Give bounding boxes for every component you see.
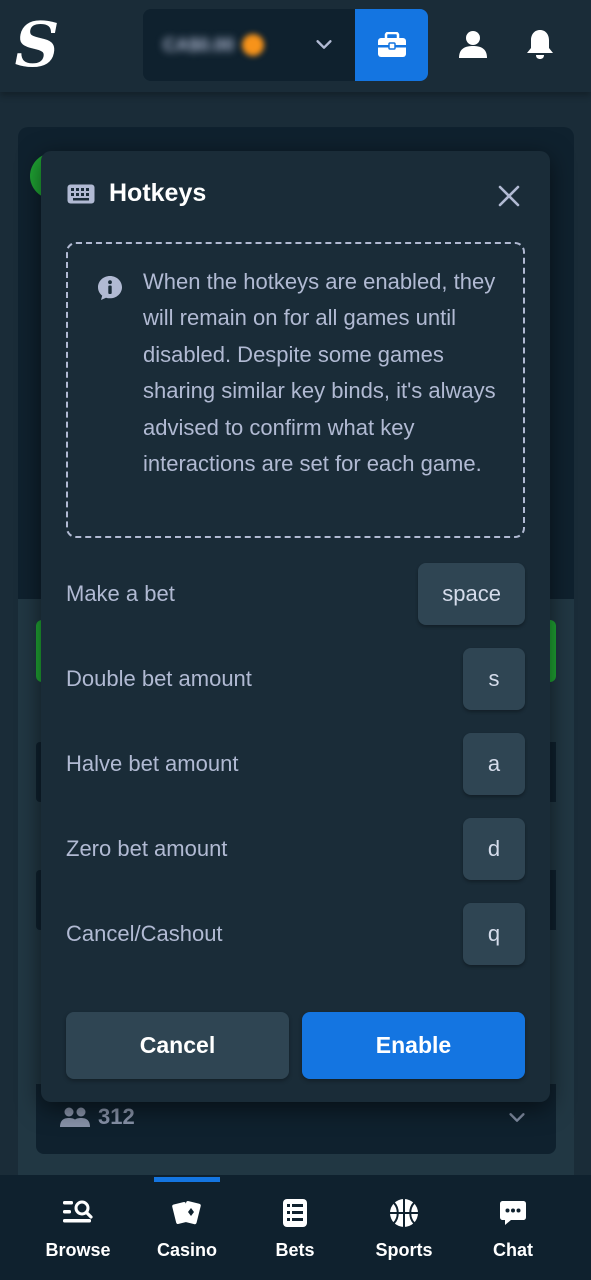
browse-icon bbox=[62, 1197, 94, 1229]
modal-header: Hotkeys bbox=[67, 179, 206, 208]
hotkey-label: Double bet amount bbox=[66, 666, 252, 691]
site-logo[interactable]: S bbox=[14, 12, 60, 78]
hotkey-row: Cancel/Cashout q bbox=[66, 903, 525, 965]
chevron-down-icon bbox=[316, 40, 332, 49]
hotkey-label: Zero bet amount bbox=[66, 836, 228, 861]
bet-amount-input-edge-right bbox=[550, 742, 556, 802]
close-button[interactable] bbox=[494, 181, 524, 211]
notifications-button[interactable] bbox=[520, 24, 560, 64]
nav-item-chat[interactable]: Chat bbox=[463, 1175, 563, 1280]
nav-item-bets[interactable]: Bets bbox=[245, 1175, 345, 1280]
nav-label: Bets bbox=[275, 1240, 315, 1260]
hotkey-key: q bbox=[463, 903, 525, 965]
basketball-icon bbox=[388, 1197, 420, 1229]
currency-coin-icon bbox=[242, 34, 265, 56]
hotkey-row: Halve bet amount a bbox=[66, 733, 525, 795]
keyboard-icon bbox=[67, 184, 95, 203]
wallet-icon bbox=[377, 32, 406, 57]
hotkey-row: Zero bet amount d bbox=[66, 818, 525, 880]
hotkeys-modal: Hotkeys When the hotkeys are enabled, th… bbox=[41, 151, 550, 1102]
nav-item-casino[interactable]: Casino bbox=[137, 1175, 237, 1280]
nav-item-browse[interactable]: Browse bbox=[28, 1175, 128, 1280]
info-icon bbox=[98, 276, 122, 300]
bell-icon bbox=[527, 30, 553, 59]
hotkey-label: Halve bet amount bbox=[66, 751, 239, 776]
hotkey-label: Make a bet bbox=[66, 581, 175, 606]
users-icon bbox=[60, 1107, 90, 1127]
nav-active-indicator bbox=[154, 1177, 220, 1182]
hotkey-label: Cancel/Cashout bbox=[66, 921, 223, 946]
wallet-button[interactable] bbox=[355, 9, 428, 81]
bets-list-icon bbox=[279, 1197, 311, 1229]
chevron-down-icon bbox=[509, 1113, 525, 1122]
nav-label: Casino bbox=[156, 1240, 217, 1260]
hotkey-key: a bbox=[463, 733, 525, 795]
info-notice: When the hotkeys are enabled, they will … bbox=[66, 242, 525, 538]
bottom-navigation: Browse Casino Bets Sports Chat bbox=[0, 1175, 591, 1280]
wallet-balance-amount: CA$0.00 bbox=[163, 34, 235, 55]
players-count-value: 312 bbox=[98, 1104, 135, 1129]
modal-title: Hotkeys bbox=[109, 179, 207, 207]
nav-label: Chat bbox=[493, 1240, 533, 1260]
nav-label: Browse bbox=[45, 1240, 111, 1260]
chat-icon bbox=[497, 1197, 529, 1229]
hotkey-key: s bbox=[463, 648, 525, 710]
hotkey-key: d bbox=[463, 818, 525, 880]
info-text: When the hotkeys are enabled, they will … bbox=[143, 269, 496, 477]
enable-button[interactable]: Enable bbox=[302, 1012, 525, 1079]
hotkey-row: Double bet amount s bbox=[66, 648, 525, 710]
wallet: CA$0.00 bbox=[143, 9, 428, 81]
players-count: 312 bbox=[60, 1104, 135, 1130]
top-bar: S CA$0.00 bbox=[0, 0, 591, 92]
hotkey-row: Make a bet space bbox=[66, 563, 525, 625]
cancel-button[interactable]: Cancel bbox=[66, 1012, 289, 1079]
casino-cards-icon bbox=[171, 1197, 203, 1229]
nav-item-sports[interactable]: Sports bbox=[354, 1175, 454, 1280]
close-icon bbox=[498, 185, 520, 207]
nav-label: Sports bbox=[375, 1240, 433, 1260]
cashout-input-edge-right bbox=[550, 870, 556, 930]
user-icon bbox=[459, 31, 487, 58]
user-button[interactable] bbox=[453, 24, 493, 64]
hotkey-key: space bbox=[418, 563, 525, 625]
wallet-balance-selector[interactable]: CA$0.00 bbox=[143, 9, 355, 81]
